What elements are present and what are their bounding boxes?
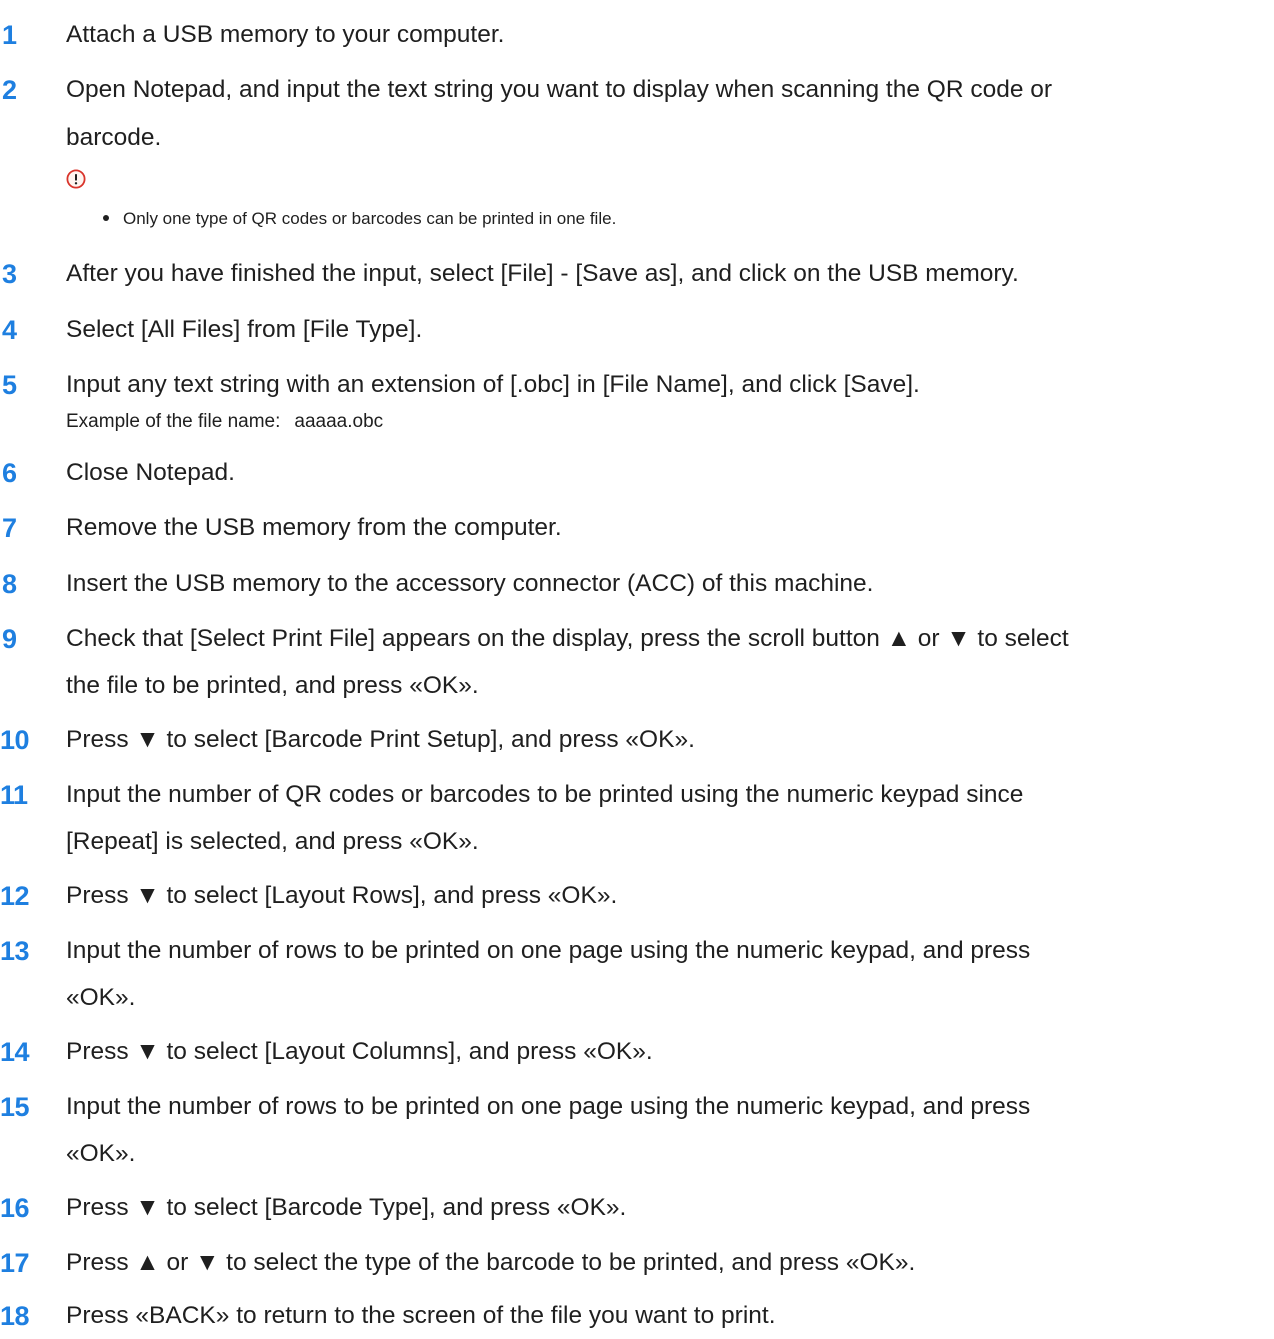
step-text: Select [All Files] from [File Type]. xyxy=(66,316,423,343)
step-text: Press ▼ to select [Layout Rows], and pre… xyxy=(66,882,618,909)
step-number: 5 xyxy=(2,370,18,400)
step-text-line-2: barcode. xyxy=(66,124,162,151)
note-item: Only one type of QR codes or barcodes ca… xyxy=(103,207,616,231)
step-text-line-1: Input the number of QR codes or barcodes… xyxy=(66,781,1024,808)
step-text: Input any text string with an extension … xyxy=(66,371,920,398)
step-number: 7 xyxy=(2,513,18,543)
example-line: Example of the file name: aaaaa.obc xyxy=(66,408,383,436)
step-number: 13 xyxy=(0,936,30,966)
step-text: Attach a USB memory to your computer. xyxy=(66,21,505,48)
step-number: 4 xyxy=(2,315,18,345)
step-text: After you have finished the input, selec… xyxy=(66,260,1019,287)
step-text-line-2: «OK». xyxy=(66,984,136,1011)
step-text-line-2: the file to be printed, and press «OK». xyxy=(66,672,479,699)
step-text-line-1: Input the number of rows to be printed o… xyxy=(66,1093,1031,1120)
step-number: 18 xyxy=(0,1301,30,1331)
step-text: Press ▼ to select [Layout Columns], and … xyxy=(66,1038,653,1065)
step-number: 17 xyxy=(0,1248,30,1278)
step-number: 12 xyxy=(0,881,30,911)
step-number: 9 xyxy=(2,624,18,654)
example-label: Example of the file name: xyxy=(66,411,281,432)
step-number: 6 xyxy=(2,458,18,488)
procedure-page: 1 Attach a USB memory to your computer. … xyxy=(0,0,1274,1339)
step-text: Press ▼ to select [Barcode Type], and pr… xyxy=(66,1194,627,1221)
caution-icon xyxy=(66,169,86,189)
step-text-line-1: Input the number of rows to be printed o… xyxy=(66,937,1031,964)
step-text-line-2: «OK». xyxy=(66,1140,136,1167)
step-number: 11 xyxy=(0,780,28,810)
example-value: aaaaa.obc xyxy=(294,411,384,432)
bullet-dot xyxy=(103,214,109,221)
step-text-line-2: [Repeat] is selected, and press «OK». xyxy=(66,828,479,855)
step-text-line-1: Check that [Select Print File] appears o… xyxy=(66,625,1069,652)
step-number: 15 xyxy=(0,1092,30,1122)
step-text: Press ▲ or ▼ to select the type of the b… xyxy=(66,1249,916,1276)
step-number: 1 xyxy=(2,20,18,50)
step-number: 3 xyxy=(2,259,18,289)
step-text: Insert the USB memory to the accessory c… xyxy=(66,570,874,597)
step-text: Press «BACK» to return to the screen of … xyxy=(66,1302,776,1329)
step-number: 2 xyxy=(2,75,18,105)
step-number: 10 xyxy=(0,725,30,755)
step-number: 16 xyxy=(0,1193,30,1223)
note-text: Only one type of QR codes or barcodes ca… xyxy=(123,209,617,228)
step-number: 14 xyxy=(0,1037,30,1067)
step-number: 8 xyxy=(2,569,18,599)
step-text-line-1: Open Notepad, and input the text string … xyxy=(66,76,1053,103)
step-text: Press ▼ to select [Barcode Print Setup],… xyxy=(66,726,695,753)
step-text: Close Notepad. xyxy=(66,459,235,486)
step-text: Remove the USB memory from the computer. xyxy=(66,514,562,541)
